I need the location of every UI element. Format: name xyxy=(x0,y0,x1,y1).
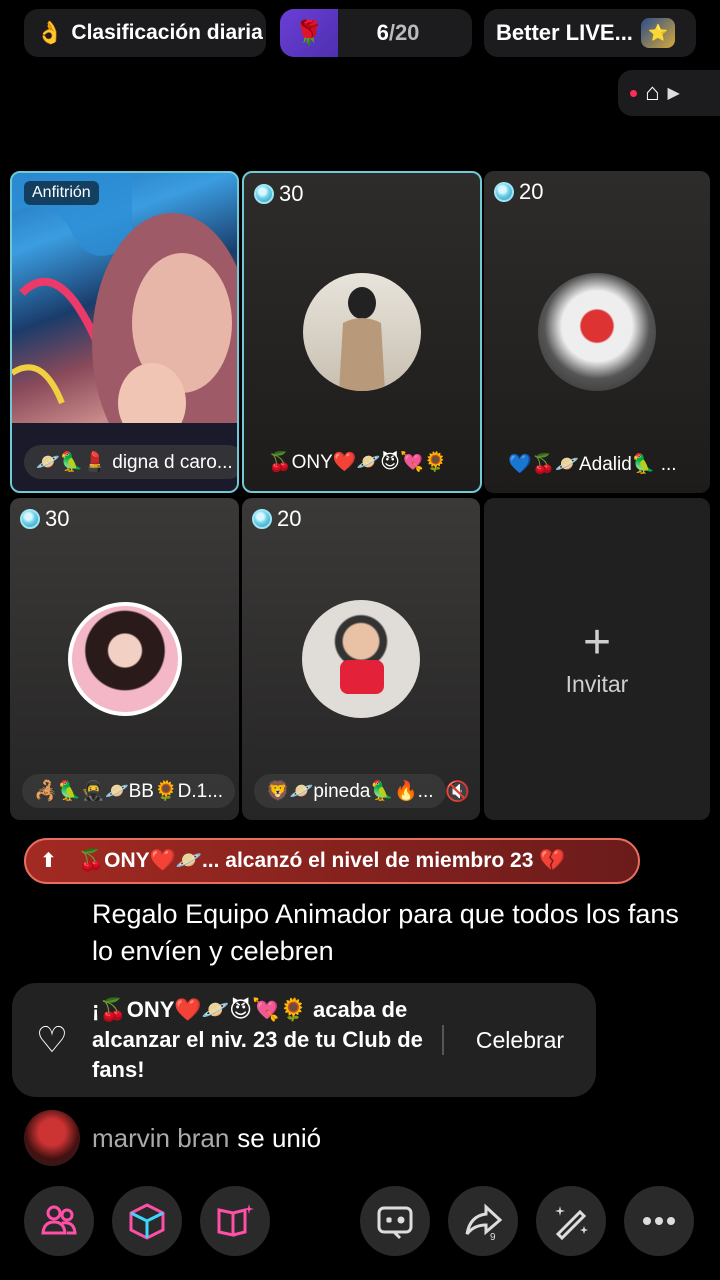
host-tile[interactable]: Anfitrión 🪐🦜💄 digna d caro... xyxy=(10,171,239,493)
live-title-button[interactable]: Better LIVE... ⭐ xyxy=(484,9,696,57)
level-up-icon: ⬆ xyxy=(40,850,57,872)
book-button[interactable] xyxy=(200,1186,270,1256)
gem-icon xyxy=(494,182,514,202)
more-button[interactable] xyxy=(624,1186,694,1256)
guest-name: 🦂🦜🥷🪐BB🌻D.1... xyxy=(22,774,236,808)
joined-message: marvin bran se unió xyxy=(24,1110,321,1166)
guest-tile-adalid[interactable]: 20 💙🍒🪐Adalid🦜 ... xyxy=(484,171,710,493)
host-tag: Anfitrión xyxy=(24,181,99,205)
member-banner-text: 🍒ONY❤️🪐... alcanzó el nivel de miembro 2… xyxy=(78,849,566,872)
live-controls[interactable]: ⌂ ▶ xyxy=(618,70,720,116)
avatar xyxy=(67,602,182,716)
joined-username[interactable]: marvin bran xyxy=(92,1123,229,1154)
guest-tile-ony[interactable]: 30 🍒ONY❤️🪐😈💘🌻 xyxy=(242,171,482,493)
gift-message: Regalo Equipo Animador para que todos lo… xyxy=(92,899,679,966)
celebrate-button[interactable]: Celebrar xyxy=(444,1027,596,1054)
daily-ranking-label: Clasificación diaria xyxy=(71,21,263,44)
magic-wand-icon xyxy=(555,1206,588,1241)
invite-label: Invitar xyxy=(565,670,629,697)
game-icon xyxy=(377,1206,413,1240)
avatar xyxy=(302,600,420,718)
member-level-banner: ⬆ 🍒ONY❤️🪐... alcanzó el nivel de miembro… xyxy=(24,838,640,884)
goal-current: 6 xyxy=(376,20,389,45)
guest-score: 20 xyxy=(252,506,301,532)
guest-tile-bb[interactable]: 30 🦂🦜🥷🪐BB🌻D.1... xyxy=(10,498,239,820)
gem-icon xyxy=(20,509,40,529)
badge-icon: ⭐ xyxy=(640,18,675,48)
guest-name: 💙🍒🪐Adalid🦜 ... xyxy=(508,454,677,475)
gem-icon xyxy=(252,509,272,529)
share-button[interactable]: 9 xyxy=(448,1186,518,1256)
cube-icon xyxy=(129,1203,165,1240)
host-name: 🪐🦜💄 digna d caro... xyxy=(24,445,237,479)
fanclub-card: ♡ ¡🍒ONY❤️🪐😈💘🌻 acaba de alcanzar el niv. … xyxy=(12,983,596,1097)
guest-score: 30 xyxy=(20,506,69,532)
guest-score: 30 xyxy=(254,181,303,207)
daily-ranking-button[interactable]: 👌 Clasificación diaria xyxy=(24,9,266,57)
guest-tile-pineda[interactable]: 20 🦁🪐pineda🦜🔥... 🔇 xyxy=(242,498,480,820)
plus-icon: + xyxy=(582,615,612,669)
goal-total: /20 xyxy=(388,20,420,45)
live-title: Better LIVE... xyxy=(496,20,633,45)
book-sparkle-icon xyxy=(217,1204,254,1237)
live-dot-icon xyxy=(630,89,637,97)
avatar xyxy=(538,273,656,391)
goal-count: 6/20 xyxy=(338,20,458,46)
fanclub-text: ¡🍒ONY❤️🪐😈💘🌻 acaba de alcanzar el niv. 23… xyxy=(92,997,423,1082)
svg-text:9: 9 xyxy=(490,1232,496,1242)
avatar[interactable] xyxy=(24,1110,80,1166)
guest-score: 20 xyxy=(494,179,543,205)
avatar xyxy=(303,273,421,391)
flame-icon: 👌 xyxy=(36,20,64,45)
gem-icon xyxy=(254,184,274,204)
people-button[interactable] xyxy=(24,1186,94,1256)
game-button[interactable] xyxy=(360,1186,430,1256)
more-icon xyxy=(643,1217,675,1225)
rose-icon: 🌹 xyxy=(280,9,338,57)
share-icon: 9 xyxy=(465,1203,503,1242)
people-icon xyxy=(41,1205,77,1235)
joined-text: se unió xyxy=(237,1122,322,1153)
gift-goal-progress[interactable]: 🌹 6/20 xyxy=(280,9,472,57)
gift-box-button[interactable] xyxy=(112,1186,182,1256)
effects-button[interactable] xyxy=(536,1186,606,1256)
play-arrow-icon[interactable]: ▶ xyxy=(668,83,680,103)
guest-name: 🦁🪐pineda🦜🔥... xyxy=(254,774,446,808)
heart-outline-icon: ♡ xyxy=(35,1019,69,1060)
mic-muted-icon: 🔇 xyxy=(445,781,470,803)
home-icon[interactable]: ⌂ xyxy=(645,79,660,107)
invite-button[interactable]: + Invitar xyxy=(484,498,710,820)
guest-name: 🍒ONY❤️🪐😈💘🌻 xyxy=(268,452,448,473)
